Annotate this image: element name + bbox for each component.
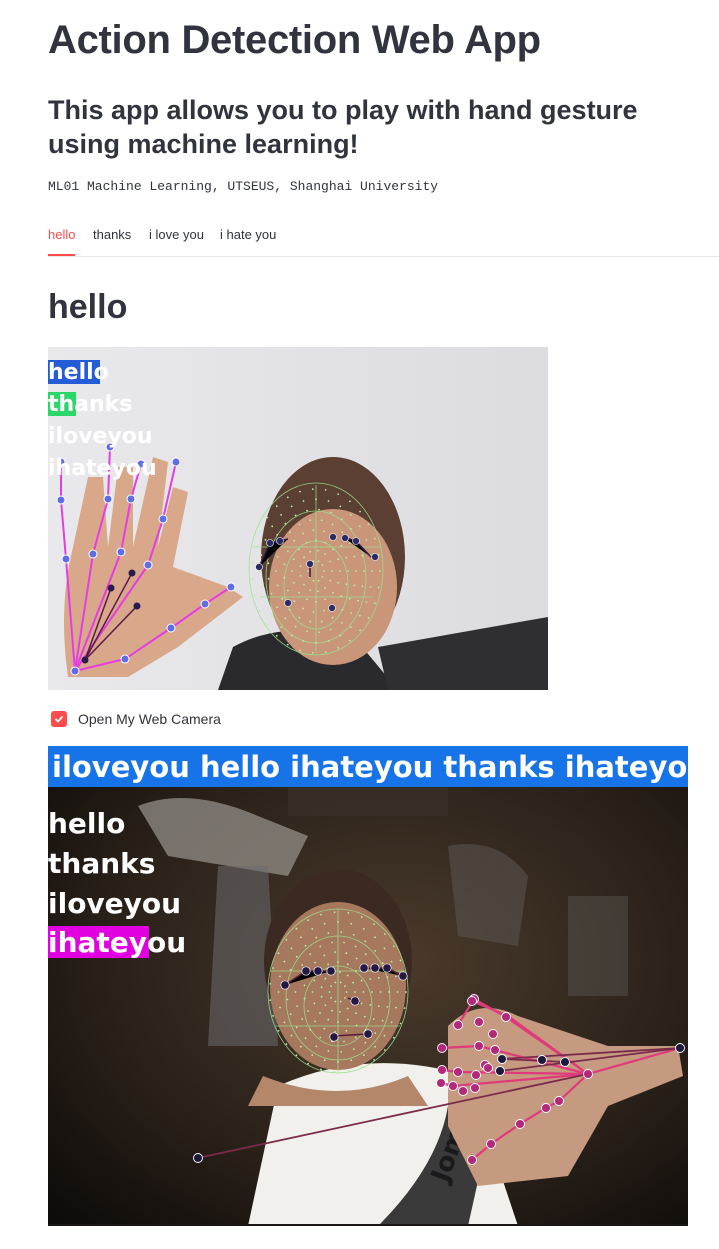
example-gesture-illustration: hello thanks iloveyou ihateyou (48, 347, 548, 690)
tab-bar: hello thanks i love you i hate you (48, 220, 719, 257)
tab-i-love-you[interactable]: i love you (149, 227, 204, 254)
checkbox-label: Open My Web Camera (78, 711, 221, 727)
open-web-camera-checkbox[interactable]: Open My Web Camera (48, 708, 221, 730)
tab-i-hate-you[interactable]: i hate you (220, 227, 276, 254)
webcam-frame-illustration: Joma iloveyou hello ihateyou thanks ihat… (48, 746, 688, 1226)
example-label-hello: hello (48, 360, 109, 385)
prediction-sentence-text: iloveyou hello ihateyou thanks ihateyou (52, 750, 688, 784)
example-label-ihateyou: ihateyou (48, 456, 157, 481)
webcam-frame-image: Joma iloveyou hello ihateyou thanks ihat… (48, 746, 688, 1226)
page-subtitle: This app allows you to play with hand ge… (48, 95, 638, 159)
live-label-hello: hello (48, 807, 125, 840)
live-label-iloveyou: iloveyou (48, 887, 181, 920)
example-label-thanks: thanks (48, 392, 132, 417)
example-gesture-image: hello thanks iloveyou ihateyou (48, 347, 548, 690)
tab-thanks[interactable]: thanks (93, 227, 131, 254)
page-title: Action Detection Web App (48, 18, 541, 62)
tab-hello[interactable]: hello (48, 227, 76, 256)
page-caption: ML01 Machine Learning, UTSEUS, Shanghai … (48, 179, 439, 194)
checkbox-checked-icon[interactable] (51, 711, 67, 727)
live-label-thanks: thanks (48, 847, 155, 880)
live-label-ihateyou: ihateyou (48, 926, 186, 959)
example-label-iloveyou: iloveyou (48, 424, 153, 449)
section-title: hello (48, 288, 128, 326)
